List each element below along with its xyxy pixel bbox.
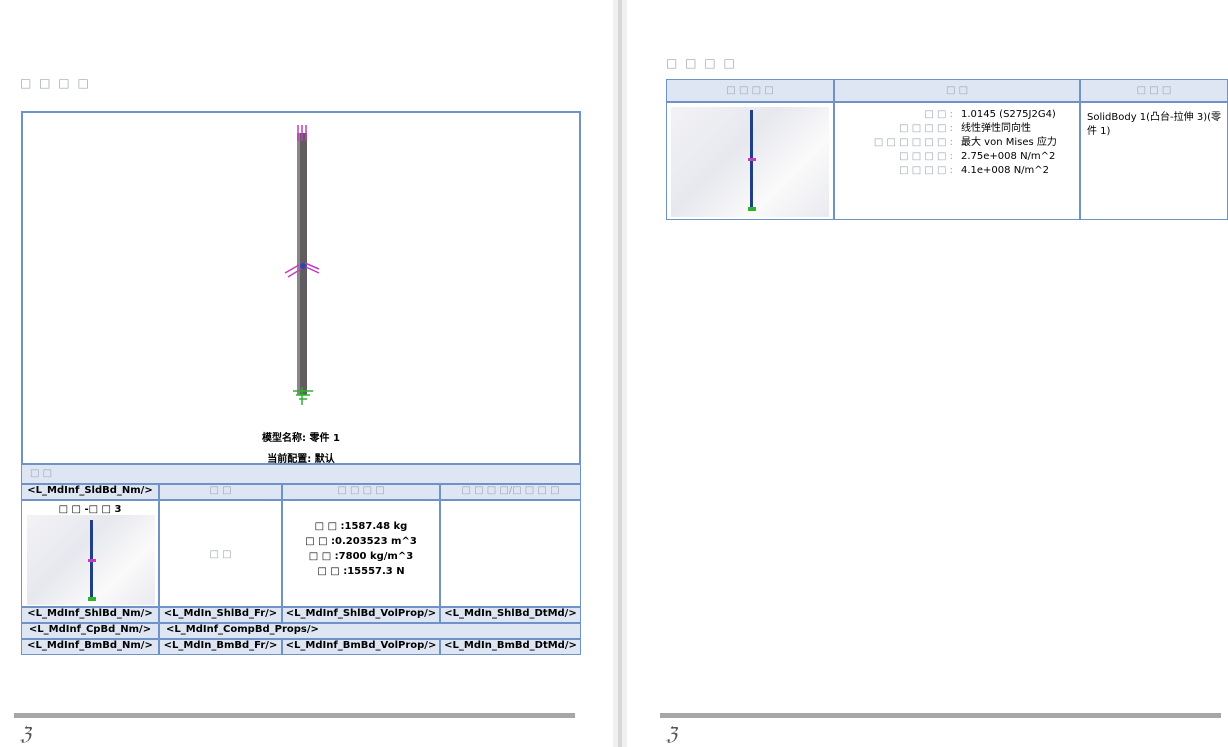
value-yield: 2.75e+008 N/m^2 xyxy=(961,151,1056,162)
component-cell: SolidBody 1(凸台-拉伸 3)(零件 1) xyxy=(1080,102,1228,220)
col-header-path: □ □ □ □/□ □ □ □ xyxy=(440,484,581,500)
value-tensile: 4.1e+008 N/m^2 xyxy=(961,165,1050,176)
row1-col3: <L_MdInf_ShlBd_VolProp/> xyxy=(282,607,440,623)
ds-logo-icon: ℨ xyxy=(20,724,32,745)
col-header-component: □ □ □ xyxy=(1080,79,1228,102)
prop-labels: □ □ : □ □ □ □ : □ □ □ □ □ □ : □ □ □ □ : … xyxy=(835,108,953,178)
row1-col4: <L_MdIn_ShlBd_DtMd/> xyxy=(440,607,581,623)
volumetric-props: □ □ :1587.48 kg □ □ :0.203523 m^3 □ □ :7… xyxy=(282,500,440,607)
prop-density: □ □ :7800 kg/m^3 xyxy=(308,551,414,562)
value-model-type: 线性弹性同向性 xyxy=(961,123,1031,134)
value-name: 1.0145 (S275J2G4) xyxy=(961,109,1056,120)
row2-col1: <L_MdInf_CpBd_Nm/> xyxy=(21,623,159,639)
body-name: □ □ -□ □ 3 xyxy=(58,504,122,515)
treat-as-value: □ □ xyxy=(159,500,282,607)
col-header-treat: □ □ xyxy=(159,484,282,500)
path-cell xyxy=(440,500,581,607)
label-failure: □ □ □ □ □ □ : xyxy=(873,137,953,148)
label-tensile: □ □ □ □ : xyxy=(899,165,953,176)
row1-col2: <L_MdIn_ShlBd_Fr/> xyxy=(159,607,282,623)
model-image-frame: 模型名称: 零件 1 当前配置: 默认 xyxy=(21,111,581,465)
body-thumbnail xyxy=(27,515,155,605)
model-render xyxy=(284,125,320,405)
footer-divider xyxy=(660,713,1221,718)
section-title: □ □ □ □ xyxy=(666,56,737,70)
prop-values: 1.0145 (S275J2G4) 线性弹性同向性 最大 von Mises 应… xyxy=(961,108,1057,178)
body-cell: □ □ -□ □ 3 xyxy=(21,500,159,607)
material-thumbnail xyxy=(671,107,829,217)
row1-col1: <L_MdInf_ShlBd_Nm/> xyxy=(21,607,159,623)
label-yield: □ □ □ □ : xyxy=(899,151,953,162)
row3-col3: <L_MdInf_BmBd_VolProp/> xyxy=(282,639,440,655)
prop-weight: □ □ :15557.3 N xyxy=(317,566,405,577)
value-failure: 最大 von Mises 应力 xyxy=(961,137,1057,148)
label-model-type: □ □ □ □ : xyxy=(899,123,953,134)
col-header-name: <L_MdInf_SldBd_Nm/> xyxy=(21,484,159,500)
col-header-props: □ □ □ □ xyxy=(282,484,440,500)
page-separator xyxy=(613,0,627,747)
material-props: □ □ : □ □ □ □ : □ □ □ □ □ □ : □ □ □ □ : … xyxy=(834,102,1080,220)
prop-mass: □ □ :1587.48 kg xyxy=(314,521,408,532)
right-page: □ □ □ □ □ □ □ □ □ □ □ □ □ □ □ : □ □ □ □ … xyxy=(627,0,1228,747)
col-header-ref: □ □ □ □ xyxy=(666,79,834,102)
current-config: 当前配置: 默认 xyxy=(267,454,335,465)
row2-col2: <L_MdInf_CompBd_Props/> xyxy=(159,623,581,639)
section-title: □ □ □ □ xyxy=(20,76,91,90)
label-name: □ □ : xyxy=(924,109,953,120)
row3-col2: <L_MdIn_BmBd_Fr/> xyxy=(159,639,282,655)
left-page: □ □ □ □ 模型名称: 零件 1 当前配置: 默认 □ □ <L_MdInf… xyxy=(0,0,613,747)
footer-divider xyxy=(14,713,575,718)
material-thumb-cell xyxy=(666,102,834,220)
model-name: 模型名称: 零件 1 xyxy=(262,433,340,444)
col-header-props: □ □ xyxy=(834,79,1080,102)
row3-col4: <L_MdIn_BmBd_DtMd/> xyxy=(440,639,581,655)
prop-volume: □ □ :0.203523 m^3 xyxy=(305,536,417,547)
ds-logo-icon: ℨ xyxy=(666,724,678,745)
row3-col1: <L_MdInf_BmBd_Nm/> xyxy=(21,639,159,655)
solid-bodies-header: □ □ xyxy=(21,464,581,484)
